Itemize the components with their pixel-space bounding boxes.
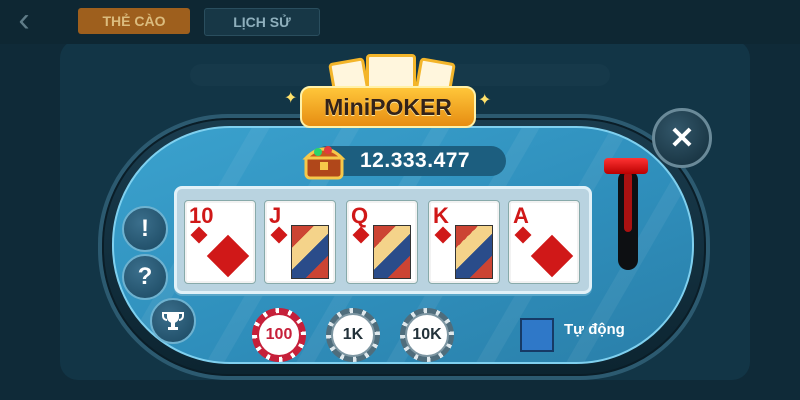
diamond-icon	[434, 226, 452, 244]
help-icon: ?	[137, 263, 153, 290]
back-button[interactable]: ‹	[0, 0, 48, 40]
tab-lich-su[interactable]: LỊCH SỬ	[204, 8, 320, 36]
lever-handle[interactable]	[604, 158, 648, 174]
spin-lever[interactable]	[624, 172, 632, 232]
auto-spin-label: Tự động	[564, 321, 625, 338]
auto-spin-checkbox[interactable]	[520, 318, 554, 352]
card-a-diamonds: A	[508, 200, 580, 284]
card-k-diamonds: K	[428, 200, 500, 284]
card-q-diamonds: Q	[346, 200, 418, 284]
treasure-chest-icon	[302, 146, 346, 180]
chip-label: 10K	[405, 313, 449, 357]
sparkle-icon: ✦	[478, 92, 492, 109]
sparkle-icon: ✦	[284, 90, 298, 107]
leaderboard-button[interactable]	[150, 298, 196, 344]
king-face-icon	[455, 225, 493, 279]
jackpot-amount: 12.333.477	[360, 149, 471, 172]
chip-label: 100	[257, 313, 301, 357]
card-rank: J	[269, 203, 282, 228]
bet-chip-1k[interactable]: 1K	[326, 308, 380, 362]
tab-the-cao[interactable]: THẺ CÀO	[78, 8, 190, 34]
help-button[interactable]: ?	[122, 254, 168, 300]
info-icon: !	[141, 215, 149, 242]
card-rank: K	[433, 203, 449, 228]
info-button[interactable]: !	[122, 206, 168, 252]
card-rank: 10	[189, 203, 214, 228]
diamond-icon	[206, 234, 250, 278]
bet-chip-100[interactable]: 100	[252, 308, 306, 362]
close-button[interactable]: ✕	[652, 108, 712, 168]
chevron-left-icon: ‹	[18, 0, 30, 39]
top-bar: ‹ THẺ CÀO LỊCH SỬ	[0, 0, 800, 44]
close-icon: ✕	[669, 121, 695, 155]
card-rank: Q	[351, 203, 369, 228]
diamond-icon	[270, 226, 288, 244]
chip-label: 1K	[331, 313, 375, 357]
trophy-icon	[162, 312, 184, 330]
diamond-icon	[514, 226, 532, 244]
game-title: MiniPOKER	[300, 86, 476, 128]
diamond-icon	[530, 234, 574, 278]
jack-face-icon	[291, 225, 329, 279]
diamond-icon	[352, 226, 370, 244]
card-rank: A	[513, 203, 529, 228]
card-10-diamonds: 10	[184, 200, 256, 284]
bet-chip-10k[interactable]: 10K	[400, 308, 454, 362]
queen-face-icon	[373, 225, 411, 279]
diamond-icon	[190, 226, 208, 244]
card-j-diamonds: J	[264, 200, 336, 284]
